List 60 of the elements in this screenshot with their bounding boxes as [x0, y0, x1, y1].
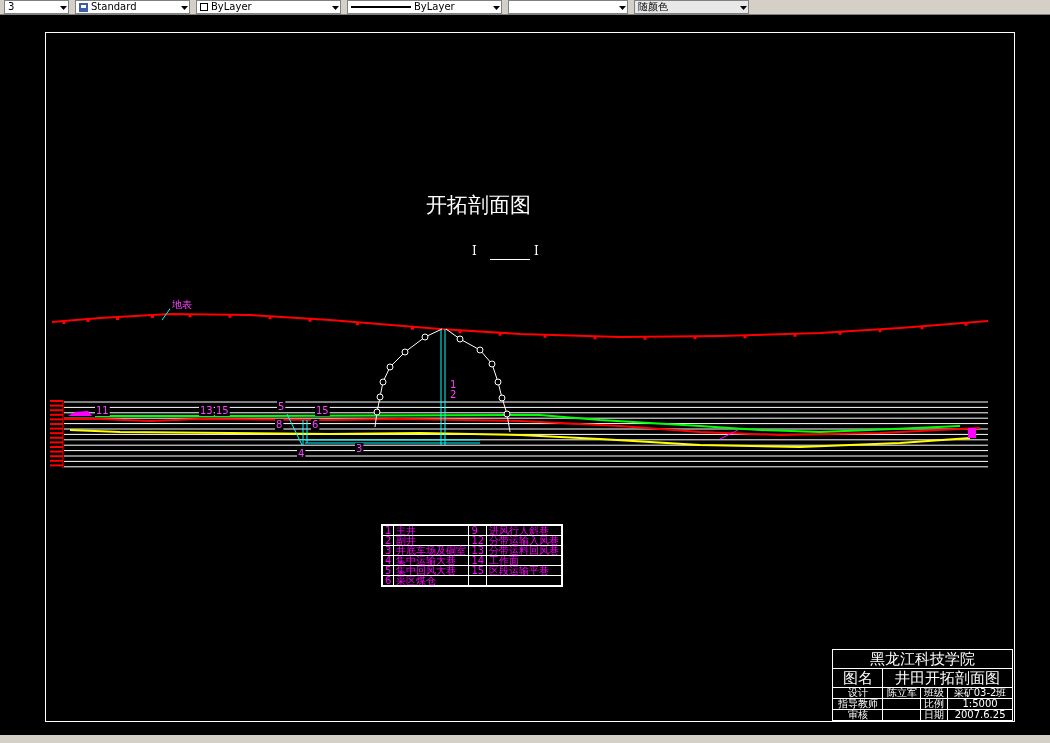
- drawing-label: 6: [312, 419, 319, 430]
- legend-number: 14: [468, 555, 487, 566]
- legend-number: 13: [468, 545, 487, 556]
- drawing-label: 2: [450, 389, 457, 400]
- title-block-cell: 日期: [920, 709, 948, 721]
- legend-text: 集中回风大巷: [393, 565, 469, 576]
- title-block-cell: 1:5000: [947, 698, 1013, 710]
- drawing-label: 13: [200, 405, 213, 416]
- legend-number: 4: [382, 555, 394, 566]
- dropdown[interactable]: 3: [4, 0, 69, 14]
- legend-text: 工作面: [486, 555, 563, 566]
- dropdown[interactable]: Standard: [75, 0, 190, 14]
- title-block-cell: 审核: [832, 709, 883, 721]
- title-block-cell: 2007.6.25: [947, 709, 1013, 721]
- legend-number: 3: [382, 545, 394, 556]
- school-name: 黑龙江科技学院: [832, 649, 1013, 669]
- section-mark: I: [534, 244, 539, 258]
- section-mark: I: [472, 244, 477, 258]
- color-swatch-icon: [200, 3, 208, 11]
- style-icon: [79, 2, 88, 12]
- title-block-cell: 指导教师: [832, 698, 883, 710]
- drawing-label: 1: [450, 379, 457, 390]
- section-line: [490, 258, 530, 261]
- drawing-label: 15: [216, 405, 229, 416]
- dropdown[interactable]: ByLayer: [347, 0, 502, 14]
- drawing-label: 5: [278, 401, 285, 412]
- dropdown[interactable]: 随颜色: [634, 0, 749, 14]
- legend-text: 进风行人斜巷: [486, 525, 563, 536]
- drawing-name-label: 图名: [832, 668, 883, 688]
- legend-text: 分带运料回风巷: [486, 545, 563, 556]
- legend-number: 5: [382, 565, 394, 576]
- title-block-cell: 采矿03-2班: [947, 687, 1013, 699]
- title-block-cell: 班级: [920, 687, 948, 699]
- legend-text: 主井: [393, 525, 469, 536]
- legend-number: 9: [468, 525, 487, 536]
- drawing-title: 开拓剖面图: [426, 192, 531, 219]
- legend-text: 采区煤仓: [393, 575, 469, 586]
- legend-text: 井底车场及硐室: [393, 545, 469, 556]
- drawing-label: 11: [96, 405, 109, 416]
- title-block-cell: 比例: [920, 698, 948, 710]
- legend-number: 2: [382, 535, 394, 546]
- drawing-name: 井田开拓剖面图: [882, 668, 1013, 688]
- title-block-cell: 设计: [832, 687, 883, 699]
- dropdown[interactable]: [508, 0, 628, 14]
- line-sample-icon: [351, 5, 411, 9]
- legend-text: 集中运输大巷: [393, 555, 469, 566]
- dropdown[interactable]: ByLayer: [196, 0, 341, 14]
- legend-number: 1: [382, 525, 394, 536]
- legend-text: 区段运输平巷: [486, 565, 563, 576]
- legend-number: 6: [382, 575, 394, 586]
- drawing-label: 15: [316, 405, 329, 416]
- legend-text: 副井: [393, 535, 469, 546]
- title-block-cell: 陈立军: [882, 687, 921, 699]
- legend-number: 15: [468, 565, 487, 576]
- legend-number: 12: [468, 535, 487, 546]
- drawing-label: 8: [276, 419, 283, 430]
- drawing-label: 3: [356, 443, 363, 454]
- drawing-label: 4: [298, 448, 305, 459]
- legend-text: 分带运输入风巷: [486, 535, 563, 546]
- drawing-label: 地表: [172, 299, 192, 310]
